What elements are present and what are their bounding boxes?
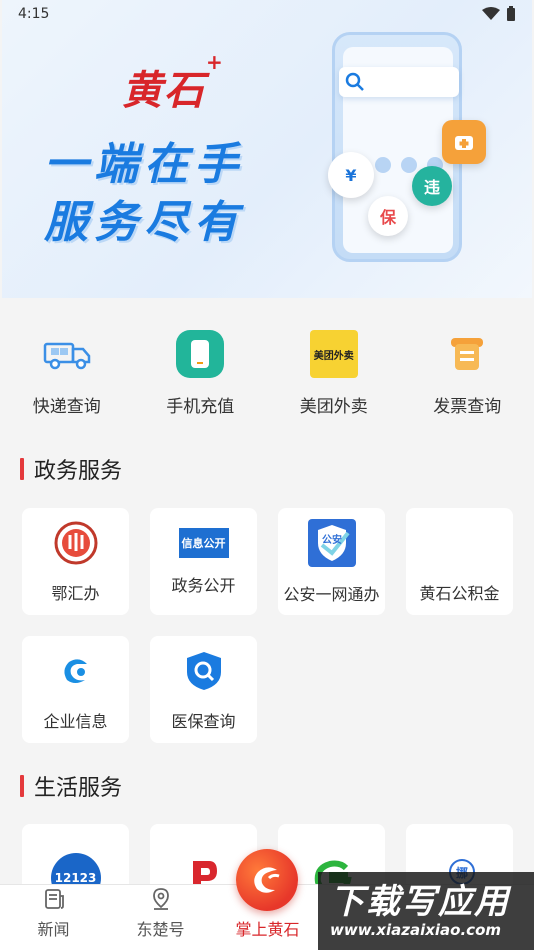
service-label: 医保查询 [171,711,236,731]
banner-slogan-line2: 服务尽有 [44,197,244,248]
promo-banner[interactable]: 黄石 + 一端在手 服务尽有 ¥ 违 保 [2,0,532,298]
section-title-text: 政务服务 [34,459,123,484]
section-accent-bar [20,775,24,797]
banner-slogan-line1: 一端在手 [44,139,244,190]
insurance-bubble-icon: 保 [368,196,408,236]
wifi-icon [482,7,500,20]
yen-bubble-icon: ¥ [328,152,374,198]
medical-insurance-icon [181,648,227,694]
police-icon: 公安 [307,518,356,567]
quick-action-invoice[interactable]: 发票查询 [401,330,534,417]
quick-action-label: 发票查询 [433,397,502,417]
watermark-title: 下载写应用 [330,882,510,922]
service-label: 企业信息 [43,711,108,731]
quick-action-label: 手机充值 [166,397,235,417]
status-icons [482,6,516,22]
quick-action-meituan[interactable]: 美团外卖 美团外卖 [267,330,401,417]
traffic-icon-text: 12123 [54,870,97,885]
service-label: 黄石公积金 [419,583,500,603]
gov-info-icon: 信息公开 [178,527,229,558]
violation-bubble-icon: 违 [412,166,452,206]
location-pin-icon [148,886,174,912]
service-card-enterprise[interactable]: 企业信息 [22,636,129,743]
ehuiban-icon [53,520,99,566]
quick-action-phone-recharge[interactable]: 手机充值 [134,330,268,417]
service-card-ehuiban[interactable]: 鄂汇办 [22,508,129,615]
police-icon-text: 公安 [322,533,342,546]
service-label: 政务公开 [171,575,236,595]
phone-dot [375,157,391,173]
quick-action-express[interactable]: 快递查询 [0,330,134,417]
search-icon [345,72,364,91]
quick-action-label: 快递查询 [32,397,101,417]
tab-label: 东楚号 [136,920,185,939]
service-card-housing-fund[interactable]: 黄石公积金 [406,508,513,615]
section-title-life: 生活服务 [20,770,122,802]
section-accent-bar [20,458,24,480]
gov-info-icon-text: 信息公开 [181,536,226,550]
watermark: 下载写应用 www.xiazaixiao.com [318,872,534,950]
quick-actions: 快递查询 手机充值 美团外卖 美团外卖 发票查询 [0,330,534,417]
banner-logo: 黄石 [122,67,206,114]
section-title-gov: 政务服务 [20,453,122,485]
delivery-truck-icon [43,330,91,378]
phone-recharge-icon [176,330,225,378]
service-card-medical[interactable]: 医保查询 [150,636,257,743]
status-time: 4:15 [18,6,50,22]
banner-logo-plus: + [206,50,223,74]
status-bar: 4:15 [0,0,534,28]
medical-bag-icon [442,120,486,164]
gov-services-grid: 鄂汇办 信息公开 政务公开 公安 公安一网通办 黄石公积金 企业信息 医保查询 [22,508,513,743]
housing-fund-icon [437,520,483,566]
service-label: 公安一网通办 [283,584,380,604]
invoice-icon [443,330,491,378]
meituan-icon-text: 美团外卖 [313,350,354,362]
service-card-police[interactable]: 公安 公安一网通办 [278,508,385,615]
section-title-text: 生活服务 [34,776,123,801]
tab-dongchu[interactable]: 东楚号 [107,885,214,950]
tab-label: 新闻 [37,920,70,939]
news-icon [41,886,67,912]
enterprise-info-icon [53,648,99,694]
service-card-gov-info[interactable]: 信息公开 政务公开 [150,508,257,615]
meituan-waimai-icon: 美团外卖 [309,330,358,378]
phone-search-bar [339,67,459,97]
battery-icon [507,6,515,21]
service-label: 鄂汇办 [51,583,100,603]
tab-label: 掌上黄石 [235,920,300,939]
home-logo-icon[interactable] [236,849,298,911]
tab-news[interactable]: 新闻 [0,885,107,950]
watermark-url: www.xiazaixiao.com [330,921,502,939]
phone-dot [401,157,417,173]
quick-action-label: 美团外卖 [299,397,368,417]
